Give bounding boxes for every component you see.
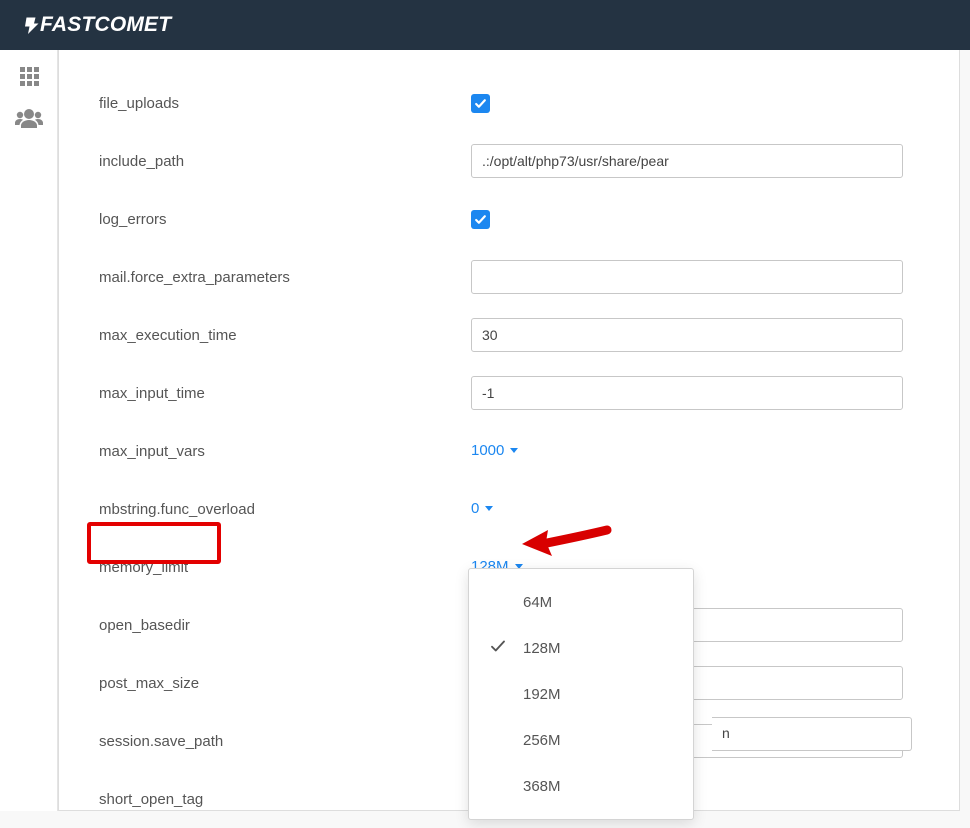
topbar: FASTCOMET (0, 0, 970, 50)
setting-control-max-execution-time (471, 318, 959, 352)
setting-control-max-input-vars: 1000 (471, 442, 959, 460)
users-icon[interactable] (13, 106, 45, 130)
file-uploads-checkbox[interactable] (471, 94, 490, 113)
memory-limit-option-192M[interactable]: 192M (469, 671, 693, 717)
setting-row-mail-force-extra-parameters: mail.force_extra_parameters (59, 248, 959, 306)
memory-limit-dropdown-menu[interactable]: 64M 128M 192M 256M 368M (468, 568, 694, 820)
setting-row-include-path: include_path (59, 132, 959, 190)
setting-label-include-path: include_path (99, 153, 471, 170)
memory-limit-option-label: 128M (523, 640, 561, 657)
setting-label-short-open-tag: short_open_tag (99, 791, 471, 808)
setting-row-file-uploads: file_uploads (59, 74, 959, 132)
setting-control-log-errors (471, 210, 959, 229)
memory-limit-option-64M[interactable]: 64M (469, 579, 693, 625)
setting-label-log-errors: log_errors (99, 211, 471, 228)
setting-label-max-input-time: max_input_time (99, 385, 471, 402)
sidebar (0, 50, 58, 811)
setting-label-max-execution-time: max_execution_time (99, 327, 471, 344)
mbstring-func-overload-dropdown-value: 0 (471, 500, 479, 517)
max-input-vars-dropdown[interactable]: 1000 (471, 442, 518, 459)
setting-control-include-path (471, 144, 959, 178)
memory-limit-option-label: 256M (523, 732, 561, 749)
setting-label-max-input-vars: max_input_vars (99, 443, 471, 460)
setting-row-max-execution-time: max_execution_time (59, 306, 959, 364)
memory-limit-option-256M[interactable]: 256M (469, 717, 693, 763)
apps-grid-icon[interactable] (13, 64, 45, 88)
caret-down-icon (485, 506, 493, 511)
setting-label-memory-limit: memory_limit (99, 559, 471, 576)
partial-input-text: n (712, 717, 912, 751)
setting-label-mbstring-func-overload: mbstring.func_overload (99, 501, 471, 518)
setting-row-max-input-vars: max_input_vars1000 (59, 422, 959, 480)
setting-control-mail-force-extra-parameters (471, 260, 959, 294)
memory-limit-option-label: 192M (523, 686, 561, 703)
brand-text: FASTCOMET (40, 13, 171, 37)
max-input-time-input[interactable] (471, 376, 903, 410)
setting-row-mbstring-func-overload: mbstring.func_overload0 (59, 480, 959, 538)
setting-control-file-uploads (471, 94, 959, 113)
brand-logo: FASTCOMET (22, 13, 171, 37)
setting-label-session-save-path: session.save_path (99, 733, 471, 750)
memory-limit-option-label: 64M (523, 594, 552, 611)
setting-row-max-input-time: max_input_time (59, 364, 959, 422)
setting-control-max-input-time (471, 376, 959, 410)
memory-limit-option-368M[interactable]: 368M (469, 763, 693, 809)
setting-row-log-errors: log_errors (59, 190, 959, 248)
memory-limit-option-label: 368M (523, 778, 561, 795)
include-path-input[interactable] (471, 144, 903, 178)
setting-label-file-uploads: file_uploads (99, 95, 471, 112)
setting-label-open-basedir: open_basedir (99, 617, 471, 634)
log-errors-checkbox[interactable] (471, 210, 490, 229)
setting-label-mail-force-extra-parameters: mail.force_extra_parameters (99, 269, 471, 286)
setting-control-mbstring-func-overload: 0 (471, 500, 959, 518)
mbstring-func-overload-dropdown[interactable]: 0 (471, 500, 493, 517)
memory-limit-option-128M[interactable]: 128M (469, 625, 693, 671)
setting-label-post-max-size: post_max_size (99, 675, 471, 692)
max-input-vars-dropdown-value: 1000 (471, 442, 504, 459)
mail-force-extra-parameters-input[interactable] (471, 260, 903, 294)
max-execution-time-input[interactable] (471, 318, 903, 352)
check-icon (489, 637, 507, 659)
caret-down-icon (510, 448, 518, 453)
